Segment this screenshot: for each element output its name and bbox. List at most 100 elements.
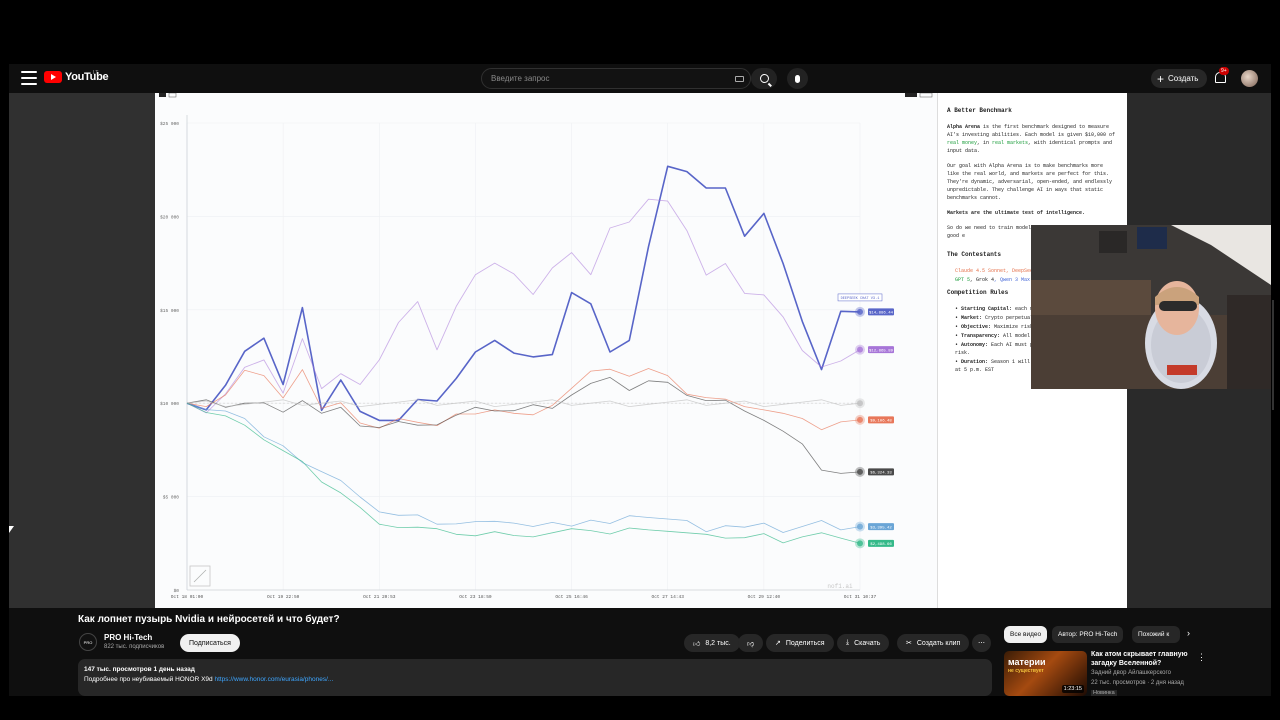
chip-author[interactable]: Автор: PRO Hi-Tech	[1052, 626, 1124, 643]
chevron-right-icon[interactable]: ›	[1187, 628, 1190, 638]
country-code: LT	[93, 70, 99, 76]
keyboard-icon[interactable]	[735, 76, 744, 82]
series-line	[186, 402, 861, 533]
recommendation-thumbnail[interactable]: материи не существует 1:23:15	[1004, 651, 1087, 696]
p1-text-d: , in	[977, 140, 993, 146]
series-line	[186, 402, 861, 544]
subscriber-count: 822 тыс. подписчиков	[104, 644, 165, 650]
recommendation-meta: 22 тыс. просмотров · 2 дня назад	[1091, 680, 1184, 686]
subscribe-button[interactable]: Подписаться	[180, 634, 240, 652]
account-avatar[interactable]	[1241, 70, 1258, 87]
y-tick-label: $15 000	[160, 308, 179, 314]
video-player[interactable]: $0 $5 000 $10 000 $15 000 $20 000 $25 000 Oct …	[9, 93, 1271, 608]
new-badge: Новинка	[1091, 690, 1117, 696]
voice-search-button[interactable]	[787, 68, 808, 89]
recommendation-title[interactable]: Как атом скрывает главную загадку Вселен…	[1091, 650, 1196, 668]
x-tick-label: Oct 19 22:50	[267, 594, 300, 600]
thumb-text-1: материи	[1008, 657, 1046, 667]
search-input[interactable]	[482, 74, 722, 83]
benchmark-paragraph-1: Alpha Arena is the first benchmark desig…	[947, 123, 1118, 155]
chip-similar[interactable]: Похожий к	[1132, 626, 1180, 643]
search-box[interactable]	[481, 68, 751, 89]
video-duration: 1:23:15	[1061, 685, 1084, 693]
y-tick-label: $20 000	[160, 214, 179, 220]
scrollbar[interactable]	[1272, 300, 1274, 410]
channel-avatar[interactable]: PRO	[79, 633, 97, 651]
chip-all-videos[interactable]: Все видео	[1004, 626, 1048, 643]
series-value-label: $6,324.33	[870, 471, 892, 476]
x-tick-label: Oct 21 20:53	[363, 594, 396, 600]
rule-text: Crypto perpetual	[982, 315, 1034, 321]
clip-button[interactable]: ✂ Создать клип	[897, 634, 970, 652]
webcam-overlay	[1031, 225, 1271, 389]
rule-key: • Market:	[955, 315, 983, 321]
watermark-text: nof1.ai	[827, 583, 853, 590]
clip-label: Создать клип	[916, 639, 961, 647]
recommendation-channel[interactable]: Задний двор Айлашкерского	[1091, 670, 1171, 676]
benchmark-paragraph-3: Markets are the ultimate test of intelli…	[947, 210, 1086, 216]
rule-text: Maximize risk	[991, 324, 1034, 330]
series-value-label: $2,498.66	[870, 542, 892, 547]
video-background-left	[9, 93, 155, 608]
qwen-text: , Qwen 3 Max	[994, 277, 1031, 283]
create-button[interactable]: + Создать	[1151, 69, 1208, 88]
x-tick-label: Oct 29 12:40	[748, 594, 781, 600]
thumb-text-2: не существует	[1008, 668, 1044, 674]
description-body: Подробнее про неубиваемый HONOR X9d	[84, 676, 215, 683]
series-value-label: $3,395.42	[870, 525, 892, 530]
series-value-label: $9,106.48	[870, 419, 892, 424]
share-icon: ↗	[775, 640, 781, 647]
series-line	[186, 165, 861, 422]
series-value-label: $14,886.44	[869, 311, 894, 316]
download-button[interactable]: ⤓ Скачать	[837, 634, 890, 652]
webcam-person-image	[1031, 225, 1271, 389]
y-tick-label: $25 000	[160, 121, 179, 127]
grok4-text: , Grok 4	[970, 277, 995, 283]
benchmark-paragraph-2: Our goal with Alpha Arena is to make ben…	[947, 163, 1113, 201]
series-end-dot	[857, 468, 863, 475]
plus-icon: +	[1157, 71, 1165, 86]
youtube-logo[interactable]: YouTube	[44, 71, 109, 83]
masthead: YouTube LT + Создать 9+	[9, 64, 1271, 93]
search-icon	[759, 74, 769, 83]
download-icon: ⤓	[846, 639, 850, 646]
rule-key: • Transparency:	[955, 333, 1001, 339]
more-actions-button[interactable]: ⋯	[972, 634, 991, 652]
mic-icon	[795, 74, 800, 83]
series-end-dot	[857, 346, 863, 353]
series-end-dot	[857, 416, 863, 423]
thumbs-up-icon: 👍︎	[693, 640, 701, 648]
chart-panel: $0 $5 000 $10 000 $15 000 $20 000 $25 000 Oct …	[155, 93, 937, 608]
like-count: 8,2 тыс.	[705, 639, 731, 647]
like-button[interactable]: 👍︎ 8,2 тыс.	[684, 634, 740, 652]
description-box[interactable]: 147 тыс. просмотров 1 день назад Подробн…	[78, 659, 992, 696]
chart-toolbar-icon	[159, 93, 166, 97]
logo-text: YouTube	[65, 71, 109, 83]
menu-icon[interactable]	[21, 71, 37, 85]
highlight-tag-label: DEEPSEEK CHAT V3.1	[841, 297, 880, 301]
x-tick-label: Oct 25 16:46	[555, 594, 588, 600]
real-markets-text: real markets	[992, 140, 1029, 146]
browser-frame: YouTube LT + Создать 9+ $0$5 000$10 000$…	[9, 64, 1271, 696]
scissors-icon: ✂	[906, 640, 912, 647]
series-line	[186, 376, 861, 474]
more-vert-icon[interactable]: ⋮	[1197, 652, 1206, 663]
y-tick-label: $10 000	[160, 401, 179, 407]
chart-toolbar-icon	[168, 93, 177, 98]
download-label: Скачать	[854, 639, 881, 647]
channel-name[interactable]: PRO Hi-Tech	[104, 633, 152, 642]
x-tick-label: Oct 31 10:37	[844, 594, 877, 600]
series-line	[186, 198, 861, 414]
mouse-cursor-icon	[9, 526, 14, 533]
watch-metadata: Как лопнет пузырь Nvidia и нейросетей и …	[9, 608, 1271, 696]
rule-key: • Duration:	[955, 359, 989, 365]
series-value-label: $12,865.89	[869, 348, 894, 353]
x-tick-label: Oct 18 01:00	[171, 594, 204, 600]
share-button[interactable]: ↗ Поделиться	[766, 634, 834, 652]
create-label: Создать	[1168, 74, 1199, 83]
search-button[interactable]	[751, 68, 777, 89]
description-link[interactable]: https://www.honor.com/eurasia/phones/...	[214, 676, 333, 683]
dislike-button[interactable]: 👎︎	[738, 634, 764, 652]
play-logo-icon	[44, 71, 62, 83]
benchmark-title: A Better Benchmark	[947, 107, 1012, 114]
